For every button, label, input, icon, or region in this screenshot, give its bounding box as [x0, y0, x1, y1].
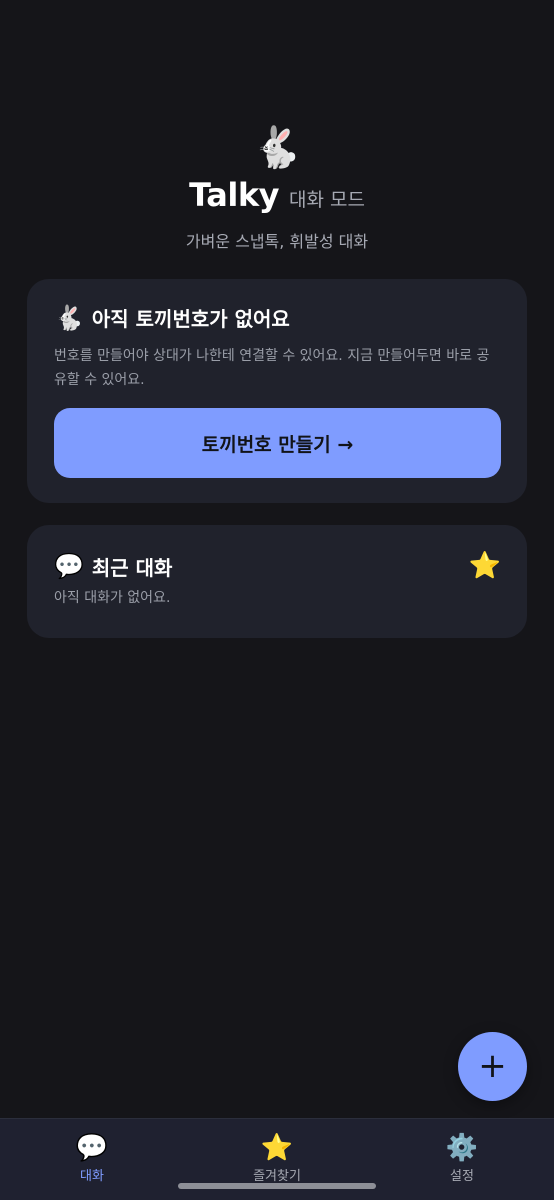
recent-chats-title-row: 💬 최근 대화	[54, 552, 172, 581]
tab-favorites[interactable]: ⭐ 즐겨찾기	[222, 1133, 332, 1184]
app-subtitle: 가벼운 스냅톡, 휘발성 대화	[185, 232, 369, 251]
tab-favorites-label: 즐겨찾기	[253, 1169, 301, 1184]
tab-chat[interactable]: 💬 대화	[37, 1133, 147, 1184]
tab-settings-label: 설정	[450, 1169, 474, 1184]
new-chat-fab-button[interactable]: +	[458, 1032, 527, 1101]
recent-chats-title: 최근 대화	[91, 555, 173, 580]
gear-icon: ⚙️	[445, 1133, 479, 1163]
recent-chats-header: 💬 최근 대화 ⭐	[54, 551, 501, 581]
no-number-title: 아직 토끼번호가 없어요	[91, 307, 290, 331]
no-number-title-row: 🐇 아직 토끼번호가 없어요	[54, 303, 500, 332]
app-name: Talky	[189, 176, 279, 214]
no-number-description: 번호를 만들어야 상대가 나한테 연결할 수 있어요. 지금 만들어두면 바로 …	[54, 348, 490, 388]
recent-chats-card: 💬 최근 대화 ⭐ 아직 대화가 없어요.	[27, 525, 527, 638]
recent-chats-empty-text: 아직 대화가 없어요.	[54, 590, 171, 606]
star-icon: ⭐	[260, 1133, 294, 1163]
tab-settings[interactable]: ⚙️ 설정	[407, 1133, 517, 1184]
rabbit-icon: 🐇	[54, 303, 84, 332]
chat-bubble-icon: 💬	[75, 1133, 109, 1163]
mode-label: 대화 모드	[288, 189, 365, 211]
favorites-star-icon[interactable]: ⭐	[469, 551, 501, 581]
home-indicator	[178, 1183, 376, 1189]
header: 🐇 Talky 대화 모드 가벼운 스냅톡, 휘발성 대화	[0, 124, 554, 252]
rabbit-logo-icon: 🐇	[252, 125, 302, 171]
tab-chat-label: 대화	[80, 1169, 104, 1184]
app-screen: 🐇 Talky 대화 모드 가벼운 스냅톡, 휘발성 대화 🐇 아직 토끼번호가…	[0, 0, 554, 1200]
create-rabbit-number-button[interactable]: 토끼번호 만들기 →	[54, 408, 501, 478]
speech-bubble-icon: 💬	[54, 552, 84, 580]
no-number-card: 🐇 아직 토끼번호가 없어요 번호를 만들어야 상대가 나한테 연결할 수 있어…	[27, 279, 527, 503]
title-row: Talky 대화 모드	[0, 176, 554, 214]
